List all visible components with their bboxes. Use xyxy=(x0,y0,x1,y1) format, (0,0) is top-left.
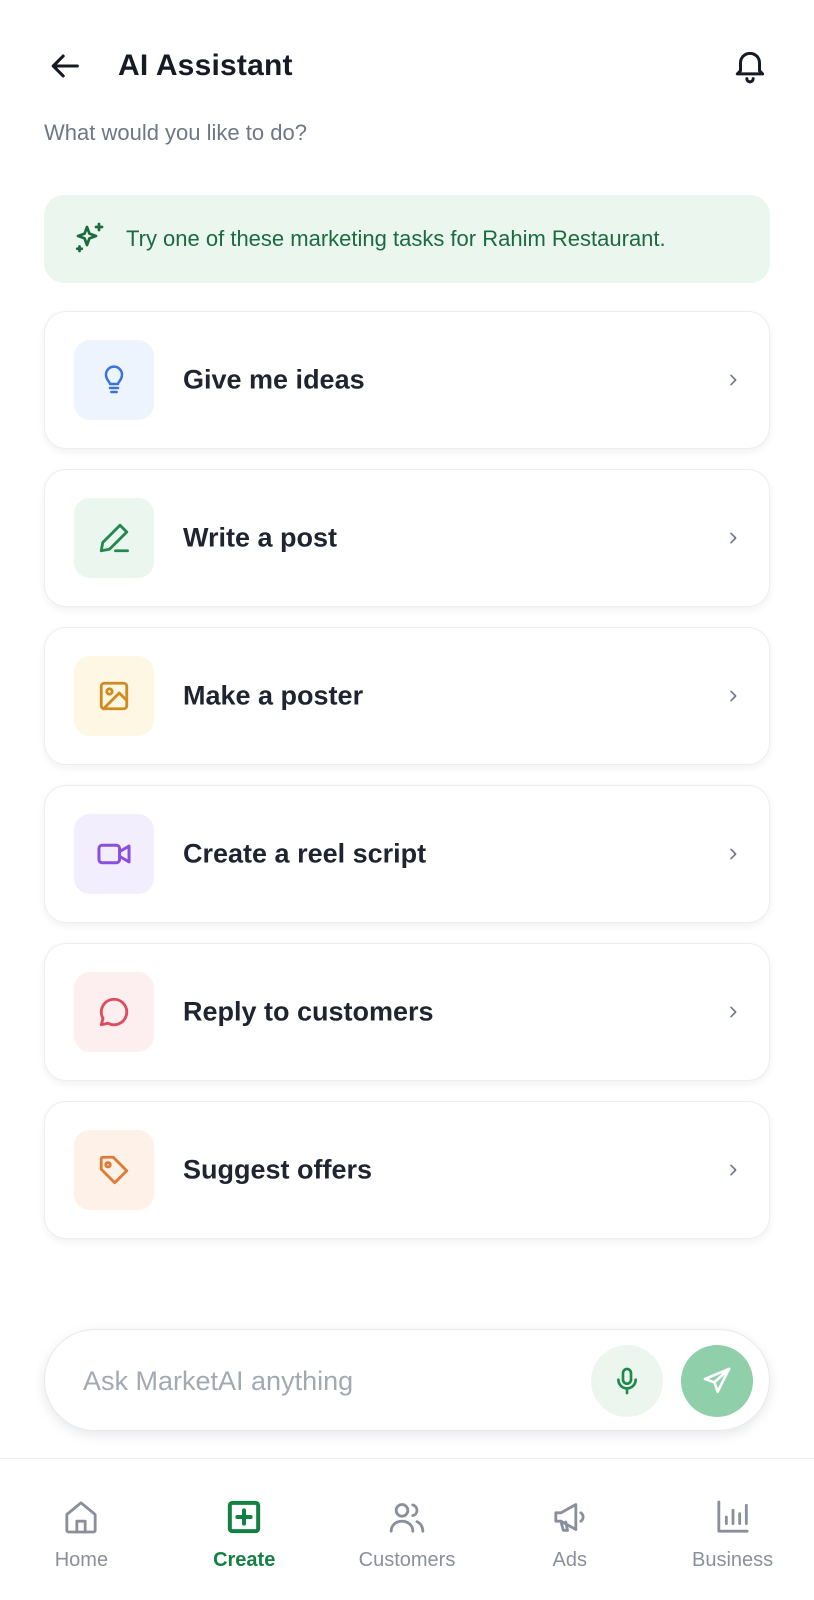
megaphone-icon xyxy=(548,1495,592,1539)
lightbulb-icon xyxy=(104,365,124,394)
task-icon-container xyxy=(74,972,154,1052)
task-give-me-ideas[interactable]: Give me ideas xyxy=(44,311,770,449)
task-label: Make a poster xyxy=(183,680,364,711)
task-label: Give me ideas xyxy=(183,364,365,395)
task-icon-container xyxy=(74,498,154,578)
chat-bubble-icon xyxy=(99,997,129,1027)
back-button[interactable] xyxy=(46,46,86,86)
chevron-right-icon xyxy=(723,844,743,864)
nav-label: Create xyxy=(213,1549,276,1571)
task-icon-container xyxy=(74,814,154,894)
users-icon xyxy=(385,1495,429,1539)
header: AI Assistant xyxy=(0,0,814,110)
home-icon xyxy=(59,1495,103,1539)
send-button[interactable] xyxy=(681,1345,753,1417)
ask-input[interactable] xyxy=(83,1358,573,1404)
task-icon-container xyxy=(74,340,154,420)
chevron-right-icon xyxy=(723,528,743,548)
task-label: Reply to customers xyxy=(183,996,434,1027)
notifications-button[interactable] xyxy=(728,44,772,88)
page-title: AI Assistant xyxy=(118,49,293,82)
arrow-left-icon xyxy=(51,54,79,78)
nav-item-customers[interactable]: Customers xyxy=(326,1459,489,1600)
task-write-a-post[interactable]: Write a post xyxy=(44,469,770,607)
bar-chart-icon xyxy=(711,1495,755,1539)
task-label: Write a post xyxy=(183,522,338,553)
task-icon-container xyxy=(74,1130,154,1210)
task-label: Suggest offers xyxy=(183,1154,373,1185)
nav-label: Home xyxy=(54,1549,109,1571)
task-list: Give me ideas Write a post Make a poster… xyxy=(44,311,770,1259)
bell-icon xyxy=(735,51,765,84)
ask-bar xyxy=(44,1329,770,1431)
task-label: Create a reel script xyxy=(183,838,427,869)
task-suggest-offers[interactable]: Suggest offers xyxy=(44,1101,770,1239)
microphone-button[interactable] xyxy=(591,1345,663,1417)
nav-label: Ads xyxy=(552,1549,588,1571)
video-icon xyxy=(97,843,131,865)
bottom-nav: Home Create Customers Ads Business xyxy=(0,1458,814,1600)
sparkles-icon xyxy=(70,219,110,259)
nav-item-ads[interactable]: Ads xyxy=(488,1459,651,1600)
image-icon xyxy=(99,681,129,711)
tag-icon xyxy=(99,1155,129,1185)
task-reply-to-customers[interactable]: Reply to customers xyxy=(44,943,770,1081)
pen-icon xyxy=(99,523,129,553)
nav-item-business[interactable]: Business xyxy=(651,1459,814,1600)
task-make-a-poster[interactable]: Make a poster xyxy=(44,627,770,765)
task-create-a-reel-script[interactable]: Create a reel script xyxy=(44,785,770,923)
nav-item-create[interactable]: Create xyxy=(163,1459,326,1600)
ai-assistant-screen: AI Assistant What would you like to do? … xyxy=(0,0,814,1600)
task-icon-container xyxy=(74,656,154,736)
chevron-right-icon xyxy=(723,686,743,706)
chevron-right-icon xyxy=(723,1002,743,1022)
nav-label: Business xyxy=(692,1549,774,1571)
chevron-right-icon xyxy=(723,1160,743,1180)
send-icon xyxy=(703,1367,731,1393)
nav-label: Customers xyxy=(358,1549,456,1571)
banner-text: Try one of these marketing tasks for Rah… xyxy=(126,226,666,251)
microphone-icon xyxy=(617,1367,637,1395)
suggestion-banner: Try one of these marketing tasks for Rah… xyxy=(44,195,770,283)
nav-item-home[interactable]: Home xyxy=(0,1459,163,1600)
chevron-right-icon xyxy=(723,370,743,390)
page-subtitle: What would you like to do? xyxy=(44,120,307,145)
plus-square-icon xyxy=(222,1495,266,1539)
